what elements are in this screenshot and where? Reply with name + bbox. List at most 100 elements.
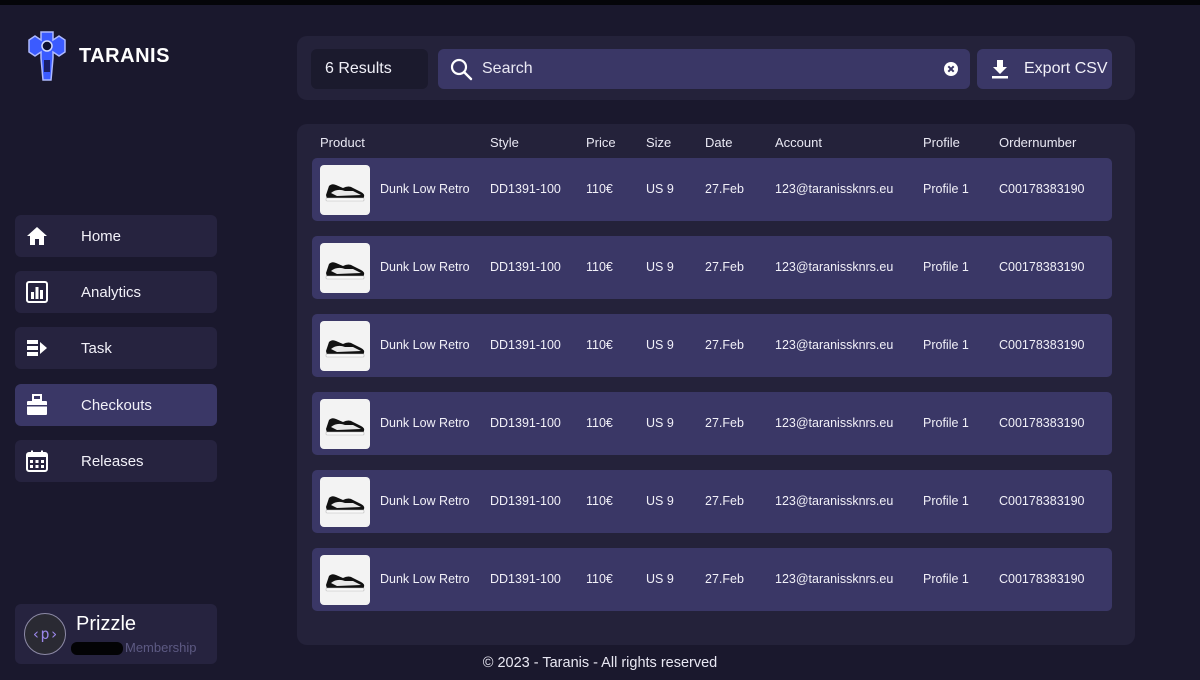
profile-name: Prizzle xyxy=(76,613,137,635)
sidebar-item-home[interactable]: Home xyxy=(15,215,217,257)
table-row[interactable]: Dunk Low Retro DD1391-100 110€ US 9 27.Feb 12… xyxy=(312,392,1112,455)
column-header-price[interactable]: Price xyxy=(586,135,616,150)
table-row[interactable]: Dunk Low Retro DD1391-100 110€ US 9 27.Feb 12… xyxy=(312,236,1112,299)
size: US 9 xyxy=(646,494,674,508)
size: US 9 xyxy=(646,260,674,274)
sneaker-image xyxy=(325,418,365,436)
product-name: Dunk Low Retro xyxy=(380,572,470,586)
column-header-size[interactable]: Size xyxy=(646,135,671,150)
table-row[interactable]: Dunk Low Retro DD1391-100 110€ US 9 27.Feb 12… xyxy=(312,548,1112,611)
export-csv-label: Export CSV xyxy=(1024,60,1108,77)
sidebar-item-label: Checkouts xyxy=(81,396,152,414)
sidebar-item-checkouts[interactable]: Checkouts xyxy=(15,384,217,426)
account-email: 123@taranissknrs.eu xyxy=(775,572,894,586)
sidebar-item-label: Releases xyxy=(81,452,144,470)
product-name: Dunk Low Retro xyxy=(380,416,470,430)
price: 110€ xyxy=(586,260,613,274)
product-thumbnail xyxy=(320,555,370,605)
date: 27.Feb xyxy=(705,338,744,352)
profile-name: Profile 1 xyxy=(923,182,969,196)
product-thumbnail xyxy=(320,321,370,371)
column-header-style[interactable]: Style xyxy=(490,135,519,150)
product-thumbnail xyxy=(320,477,370,527)
task-icon xyxy=(26,337,48,359)
product-thumbnail xyxy=(320,243,370,293)
style-code: DD1391-100 xyxy=(490,182,561,196)
profile-name: Profile 1 xyxy=(923,260,969,274)
order-number: C00178383190 xyxy=(999,182,1085,196)
date: 27.Feb xyxy=(705,416,744,430)
column-header-profile[interactable]: Profile xyxy=(923,135,960,150)
product-thumbnail xyxy=(320,165,370,215)
date: 27.Feb xyxy=(705,494,744,508)
profile-name: Profile 1 xyxy=(923,338,969,352)
footer-copyright: © 2023 - Taranis - All rights reserved xyxy=(482,655,718,671)
account-email: 123@taranissknrs.eu xyxy=(775,338,894,352)
price: 110€ xyxy=(586,494,613,508)
sneaker-image xyxy=(325,262,365,280)
home-icon xyxy=(26,225,48,247)
product-thumbnail xyxy=(320,399,370,449)
download-icon xyxy=(992,60,1008,79)
column-header-date[interactable]: Date xyxy=(705,135,732,150)
product-name: Dunk Low Retro xyxy=(380,494,470,508)
table-row[interactable]: Dunk Low Retro DD1391-100 110€ US 9 27.Feb 12… xyxy=(312,158,1112,221)
size: US 9 xyxy=(646,572,674,586)
column-header-ordernumber[interactable]: Ordernumber xyxy=(999,135,1076,150)
order-number: C00178383190 xyxy=(999,338,1085,352)
taranis-emblem-icon xyxy=(28,31,66,81)
column-header-account[interactable]: Account xyxy=(775,135,822,150)
avatar: ‹p› xyxy=(24,613,66,655)
brand-name: TARANIS xyxy=(79,44,170,67)
product-name: Dunk Low Retro xyxy=(380,182,470,196)
export-csv-button[interactable]: Export CSV xyxy=(977,49,1112,89)
account-email: 123@taranissknrs.eu xyxy=(775,416,894,430)
sneaker-image xyxy=(325,496,365,514)
window-top-edge xyxy=(0,0,1200,5)
size: US 9 xyxy=(646,182,674,196)
sneaker-image xyxy=(325,184,365,202)
checkouts-table: Product Style Price Size Date Account Pr… xyxy=(297,124,1135,645)
toolbar: 6 Results Export CSV xyxy=(297,36,1135,100)
sidebar-item-task[interactable]: Task xyxy=(15,327,217,369)
sidebar-item-releases[interactable]: Releases xyxy=(15,440,217,482)
redacted-text xyxy=(71,642,123,655)
clear-search-icon[interactable] xyxy=(944,62,958,76)
sidebar-item-label: Home xyxy=(81,227,122,245)
analytics-icon xyxy=(26,281,48,303)
profile-name: Profile 1 xyxy=(923,572,969,586)
price: 110€ xyxy=(586,182,613,196)
profile-name: Profile 1 xyxy=(923,416,969,430)
order-number: C00178383190 xyxy=(999,416,1085,430)
profile-name: Profile 1 xyxy=(923,494,969,508)
brand-logo[interactable]: TARANIS xyxy=(27,30,170,82)
table-row[interactable]: Dunk Low Retro DD1391-100 110€ US 9 27.Feb 12… xyxy=(312,314,1112,377)
search-icon xyxy=(450,58,473,81)
results-count: 6 Results xyxy=(311,49,428,89)
table-row[interactable]: Dunk Low Retro DD1391-100 110€ US 9 27.Feb 12… xyxy=(312,470,1112,533)
order-number: C00178383190 xyxy=(999,260,1085,274)
style-code: DD1391-100 xyxy=(490,572,561,586)
size: US 9 xyxy=(646,338,674,352)
order-number: C00178383190 xyxy=(999,494,1085,508)
price: 110€ xyxy=(586,572,613,586)
size: US 9 xyxy=(646,416,674,430)
checkouts-icon xyxy=(26,394,48,416)
search-input[interactable] xyxy=(482,49,932,89)
profile-membership: Membership xyxy=(125,640,197,655)
date: 27.Feb xyxy=(705,572,744,586)
column-header-product[interactable]: Product xyxy=(320,135,365,150)
product-name: Dunk Low Retro xyxy=(380,260,470,274)
product-name: Dunk Low Retro xyxy=(380,338,470,352)
search-box[interactable] xyxy=(438,49,970,89)
account-email: 123@taranissknrs.eu xyxy=(775,494,894,508)
sidebar-item-label: Analytics xyxy=(81,283,142,301)
calendar-icon xyxy=(26,450,48,472)
sidebar-item-analytics[interactable]: Analytics xyxy=(15,271,217,313)
account-email: 123@taranissknrs.eu xyxy=(775,260,894,274)
sneaker-image xyxy=(325,340,365,358)
style-code: DD1391-100 xyxy=(490,338,561,352)
sneaker-image xyxy=(325,574,365,592)
style-code: DD1391-100 xyxy=(490,260,561,274)
style-code: DD1391-100 xyxy=(490,416,561,430)
